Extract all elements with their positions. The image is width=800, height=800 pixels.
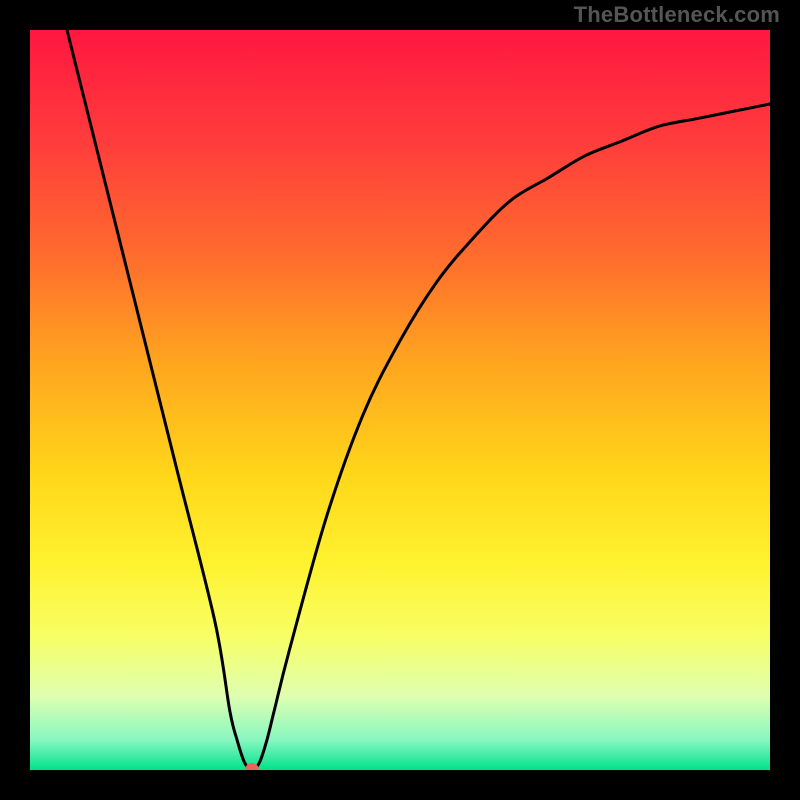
gradient-rect [30, 30, 770, 770]
chart-svg [30, 30, 770, 770]
watermark-text: TheBottleneck.com [574, 2, 780, 28]
chart-frame: TheBottleneck.com [0, 0, 800, 800]
plot-area [30, 30, 770, 770]
